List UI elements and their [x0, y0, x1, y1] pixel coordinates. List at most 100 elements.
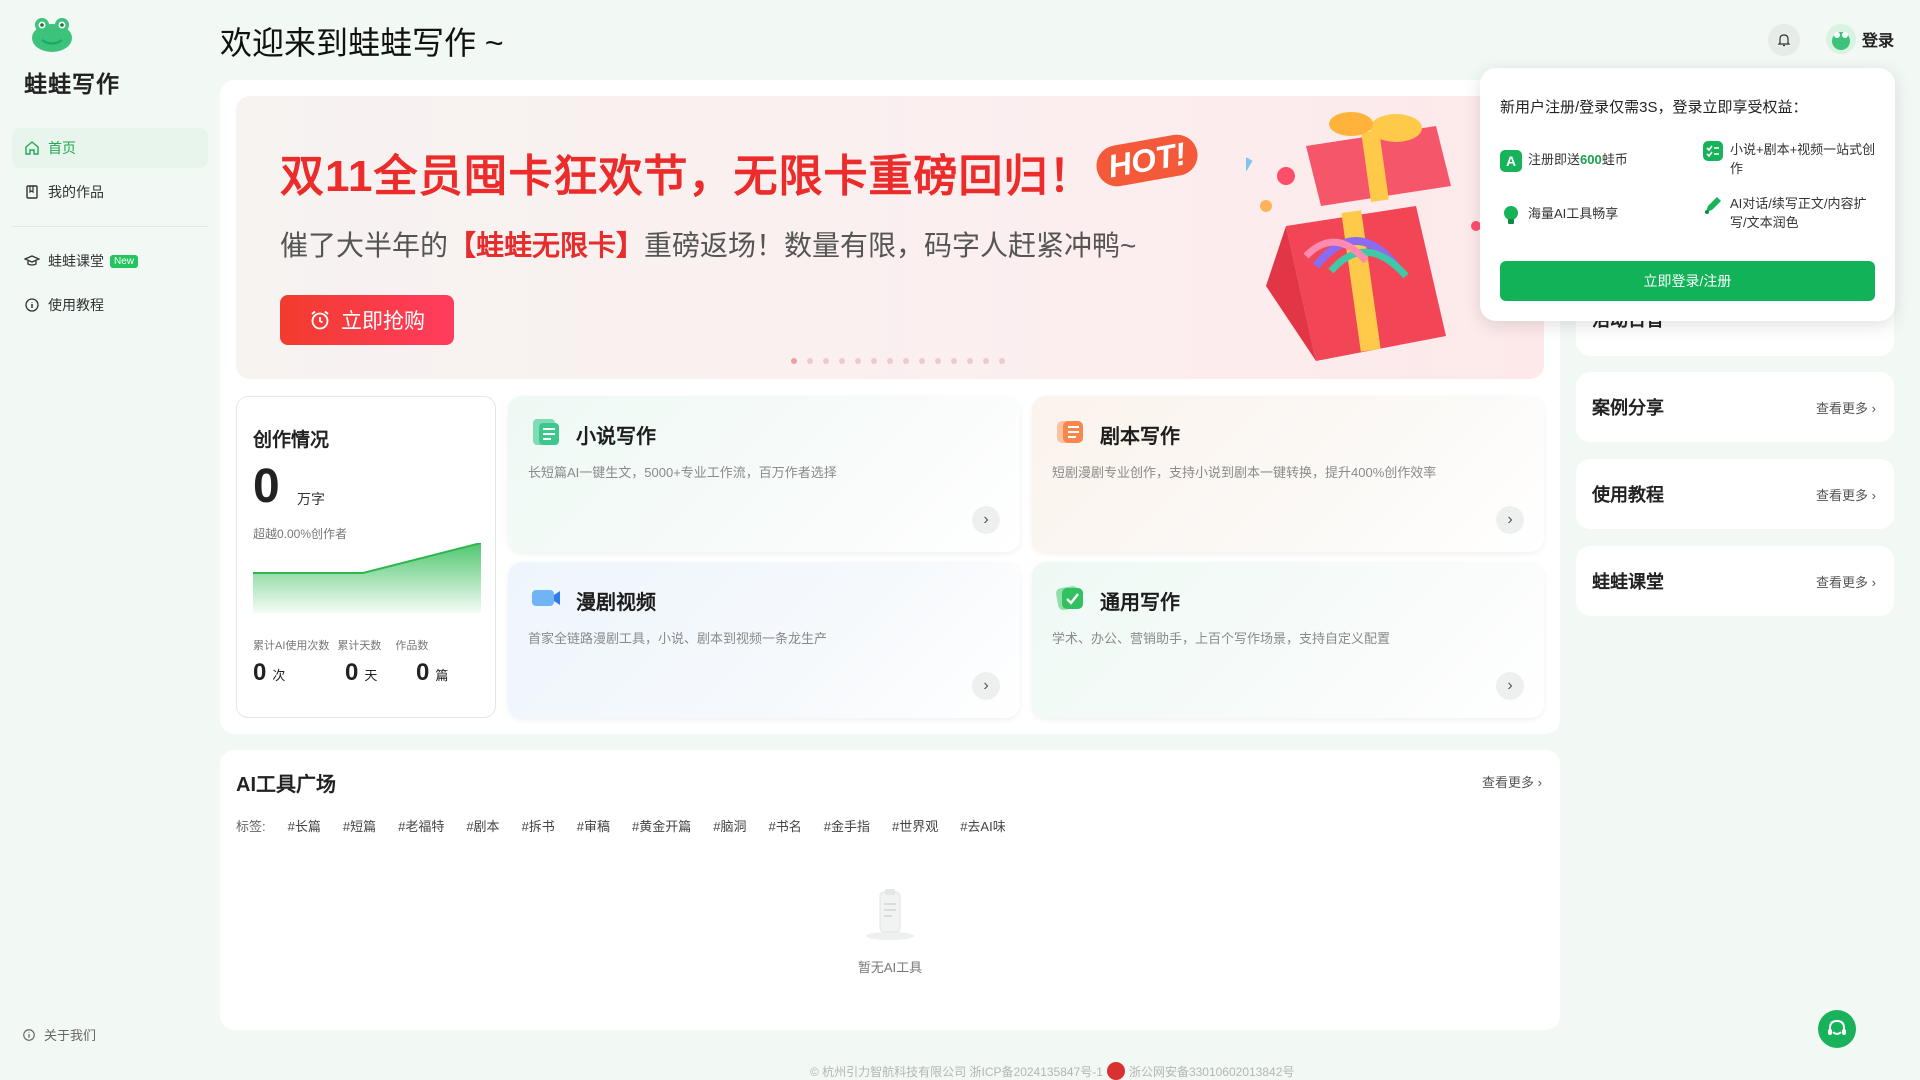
footer: © 杭州引力智航科技有限公司 浙ICP备2024135847号-1 浙公网安备3… — [810, 1062, 1294, 1080]
sidebar-item-classroom[interactable]: 蛙蛙课堂 New — [12, 241, 208, 281]
carousel-dot[interactable] — [887, 358, 893, 364]
empty-state: 暂无AI工具 — [840, 886, 940, 976]
general-icon — [1056, 586, 1083, 610]
carousel-dots[interactable] — [791, 358, 1015, 364]
tutorial-card[interactable]: 使用教程 查看更多 › — [1576, 459, 1894, 529]
ai-usage-value: 0次 — [253, 659, 285, 687]
chevron-right-icon[interactable]: › — [1496, 672, 1524, 700]
login-register-button[interactable]: 立即登录/注册 — [1500, 261, 1875, 301]
letter-a-icon: A — [1500, 150, 1522, 172]
logo[interactable]: 蛙蛙写作 — [24, 14, 174, 99]
carousel-dot[interactable] — [855, 358, 861, 364]
chevron-right-icon[interactable]: › — [1496, 506, 1524, 534]
popup-heading: 新用户注册/登录仅需3S，登录立即享受权益： — [1500, 99, 1808, 116]
tag-item[interactable]: #去AI味 — [960, 816, 1006, 835]
tag-item[interactable]: #脑洞 — [713, 816, 746, 835]
novel-icon — [533, 419, 559, 445]
empty-clipboard-icon — [866, 889, 914, 940]
view-more-link[interactable]: 查看更多 › — [1816, 485, 1876, 504]
tag-item[interactable]: #黄金开篇 — [632, 816, 691, 835]
card-desc: 长短篇AI一键生文，5000+专业工作流，百万作者选择 — [528, 465, 837, 480]
days-number: 0 — [345, 659, 359, 686]
carousel-dot[interactable] — [967, 358, 973, 364]
ai-usage-unit: 次 — [272, 668, 286, 683]
sidebar-item-label: 首页 — [48, 140, 76, 156]
case-share-card[interactable]: 案例分享 查看更多 › — [1576, 372, 1894, 442]
promo-banner[interactable]: 双11全员囤卡狂欢节，无限卡重磅回归！ HOT! 催了大半年的【蛙蛙无限卡】重磅… — [236, 96, 1544, 379]
footer-police-record[interactable]: 浙公网安备33010602013842号 — [1129, 1063, 1294, 1080]
side-card-title: 蛙蛙课堂 — [1592, 572, 1664, 592]
days-unit: 天 — [364, 668, 378, 683]
works-unit: 篇 — [435, 668, 449, 683]
carousel-dot[interactable] — [791, 358, 797, 364]
chevron-right-icon[interactable]: › — [972, 672, 1000, 700]
tag-item[interactable]: #审稿 — [577, 816, 610, 835]
creation-stats-card: 创作情况 0 万字 超越0.00%创作者 累计AI使用次数 累计天数 作品数 0… — [236, 396, 496, 718]
view-more-link[interactable]: 查看更多 › — [1816, 572, 1876, 591]
tag-item[interactable]: #金手指 — [824, 816, 870, 835]
chevron-right-icon[interactable]: › — [972, 506, 1000, 534]
graduation-cap-icon — [24, 255, 40, 266]
carousel-dot[interactable] — [919, 358, 925, 364]
carousel-dot[interactable] — [839, 358, 845, 364]
login-label: 登录 — [1862, 33, 1895, 50]
tag-item[interactable]: #世界观 — [892, 816, 938, 835]
classroom-card[interactable]: 蛙蛙课堂 查看更多 › — [1576, 546, 1894, 616]
customer-service-button[interactable] — [1818, 1010, 1856, 1048]
carousel-dot[interactable] — [823, 358, 829, 364]
about-us-link[interactable]: 关于我们 — [22, 1025, 96, 1044]
side-card-title: 使用教程 — [1592, 485, 1664, 505]
words-count: 0 — [253, 460, 280, 513]
script-writing-card[interactable]: 剧本写作 短剧漫剧专业创作，支持小说到剧本一键转换，提升400%创作效率 › — [1032, 396, 1544, 552]
script-icon — [1057, 421, 1083, 443]
sidebar-item-tutorial[interactable]: 使用教程 — [12, 285, 208, 325]
checklist-icon — [1703, 141, 1723, 161]
benefit-text: AI对话/续写正文/内容扩写/文本润色 — [1730, 196, 1867, 230]
carousel-dot[interactable] — [999, 358, 1005, 364]
gift-box-illustration — [1246, 112, 1481, 361]
card-desc: 短剧漫剧专业创作，支持小说到剧本一键转换，提升400%创作效率 — [1052, 465, 1437, 480]
sidebar-item-home[interactable]: 首页 — [12, 128, 208, 168]
empty-text: 暂无AI工具 — [857, 960, 923, 975]
notification-button[interactable] — [1768, 24, 1800, 56]
footer-copyright[interactable]: © 杭州引力智航科技有限公司 浙ICP备2024135847号-1 — [810, 1063, 1103, 1080]
ai-usage-number: 0 — [253, 659, 267, 686]
login-button[interactable]: 登录 — [1826, 24, 1894, 54]
ai-tools-more-link[interactable]: 查看更多 › — [1482, 772, 1542, 791]
sidebar: 蛙蛙写作 首页 我的作品 蛙蛙课堂 New 使用教程 关于我们 — [0, 0, 210, 1080]
hot-badge: HOT! — [1093, 131, 1201, 190]
carousel-dot[interactable] — [951, 358, 957, 364]
ai-tools-panel: AI工具广场 查看更多 › 标签: #长篇 #短篇 #老福特 #剧本 #拆书 #… — [220, 750, 1560, 1030]
novel-writing-card[interactable]: 小说写作 长短篇AI一键生文，5000+专业工作流，百万作者选择 › — [508, 396, 1020, 552]
tag-item[interactable]: #老福特 — [398, 816, 444, 835]
days-value: 0天 — [345, 659, 377, 687]
tag-item[interactable]: #书名 — [769, 816, 802, 835]
carousel-dot[interactable] — [871, 358, 877, 364]
stats-labels: 累计AI使用次数 累计天数 作品数 — [253, 637, 436, 653]
new-badge: New — [110, 254, 139, 268]
tag-item[interactable]: #拆书 — [522, 816, 555, 835]
works-label: 作品数 — [395, 640, 429, 652]
tag-item[interactable]: #剧本 — [466, 816, 499, 835]
card-title: 通用写作 — [1100, 592, 1180, 614]
benefit-text: 注册即送600蛙币 — [1528, 150, 1628, 169]
headset-icon — [1828, 1019, 1846, 1035]
tag-item[interactable]: #短篇 — [343, 816, 376, 835]
carousel-dot[interactable] — [935, 358, 941, 364]
carousel-dot[interactable] — [903, 358, 909, 364]
sidebar-item-my-works[interactable]: 我的作品 — [12, 172, 208, 212]
carousel-dot[interactable] — [983, 358, 989, 364]
banner-subtitle: 催了大半年的【蛙蛙无限卡】重磅返场！数量有限，码字人赶紧冲鸭~ — [280, 224, 1136, 264]
buy-now-button[interactable]: 立即抢购 — [280, 295, 454, 345]
carousel-dot[interactable] — [807, 358, 813, 364]
drama-video-card[interactable]: 漫剧视频 首家全链路漫剧工具，小说、剧本到视频一条龙生产 › — [508, 562, 1020, 718]
works-value: 0篇 — [416, 659, 448, 687]
lightbulb-icon — [1504, 206, 1518, 224]
view-more-link[interactable]: 查看更多 › — [1816, 398, 1876, 417]
pen-icon — [1705, 197, 1721, 214]
banner-subtitle-pre: 催了大半年的 — [280, 230, 449, 261]
tag-item[interactable]: #长篇 — [288, 816, 321, 835]
general-writing-card[interactable]: 通用写作 学术、办公、营销助手，上百个写作场景，支持自定义配置 › — [1032, 562, 1544, 718]
works-number: 0 — [416, 659, 430, 686]
about-label: 关于我们 — [44, 1028, 97, 1043]
